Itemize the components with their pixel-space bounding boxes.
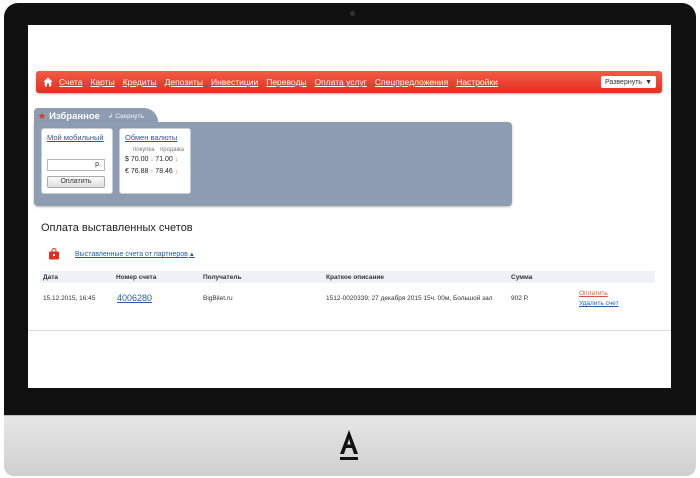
expand-label: Развернуть (604, 78, 643, 86)
collapse-button[interactable]: ↲ Свернуть (107, 112, 144, 121)
collapse-label: Свернуть (115, 112, 144, 120)
mobile-pay-button[interactable]: Оплатить (47, 176, 105, 188)
exchange-widget-title[interactable]: Обмен валюты (125, 133, 177, 142)
bill-date: 15.12.2015, 16:45 (43, 295, 96, 302)
nav-item-accounts[interactable]: Счета (59, 77, 82, 87)
arrow-down-icon: ↓ (174, 169, 178, 175)
mobile-widget-title[interactable]: Мой мобильный (47, 133, 104, 142)
arrow-down-icon: ↓ (174, 157, 178, 163)
screen: Счета Карты Кредиты Депозиты Инвестиции … (28, 25, 671, 388)
bill-number-link[interactable]: 4006280 (117, 293, 152, 303)
expand-button[interactable]: Развернуть ▼ (600, 76, 656, 88)
star-icon: ★ (38, 110, 47, 121)
caret-up-icon: ▲ (188, 252, 195, 258)
collapse-icon: ↲ (107, 113, 114, 120)
nav-item-credits[interactable]: Кредиты (123, 77, 157, 87)
nav-item-settings[interactable]: Настройки (456, 77, 498, 87)
sell-header: продажа (160, 147, 184, 153)
bill-pay-link[interactable]: Оплатить (579, 290, 608, 297)
fx-row-usd: $ 70.00 ↓ 71.00 ↓ (125, 156, 178, 163)
col-recipient: Получатель (203, 274, 242, 281)
monitor: Счета Карты Кредиты Депозиты Инвестиции … (0, 0, 700, 478)
nav-item-investments[interactable]: Инвестиции (211, 77, 258, 87)
home-icon[interactable] (43, 77, 53, 87)
buy-header: покупка (133, 147, 155, 153)
col-date: Дата (43, 274, 59, 281)
fx-sell: 78.46 (155, 168, 173, 175)
bill-recipient: BigBilet.ru (203, 295, 233, 302)
favorites-panel: Мой мобильный р. Оплатить Обмен валюты п… (34, 122, 512, 206)
bill-delete-link[interactable]: Удалить счет (579, 300, 619, 307)
exchange-widget: Обмен валюты покупка продажа $ 70.00 ↓ 7… (119, 128, 191, 194)
fx-sell: 71.00 (155, 156, 173, 163)
arrow-down-icon: ↓ (150, 157, 154, 163)
col-number: Номер счета (116, 274, 157, 281)
phone-amount-input[interactable]: р. (47, 159, 105, 171)
bill-amount: 902 Р. (511, 295, 529, 302)
fx-buy: 76.88 (130, 168, 149, 175)
col-amount: Сумма (511, 274, 533, 281)
currency-label: р. (95, 161, 101, 168)
nav-item-deposits[interactable]: Депозиты (165, 77, 203, 87)
partners-bills-link[interactable]: Выставленные счета от партнеров▲ (75, 251, 195, 258)
mobile-widget: Мой мобильный р. Оплатить (41, 128, 113, 194)
nav-item-cards[interactable]: Карты (90, 77, 114, 87)
divider (28, 330, 671, 331)
chevron-down-icon: ▼ (645, 78, 652, 86)
partners-link-label: Выставленные счета от партнеров (75, 251, 188, 258)
page-title: Оплата выставленных счетов (41, 222, 193, 234)
bag-icon (49, 248, 59, 260)
bills-table-header: Дата Номер счета Получатель Краткое опис… (40, 271, 655, 283)
main-nav: Счета Карты Кредиты Депозиты Инвестиции … (36, 71, 662, 93)
arrow-up-icon: ↑ (150, 169, 154, 175)
favorites-title: Избранное (49, 110, 100, 122)
fx-row-eur: € 76.88 ↑ 78.46 ↓ (125, 168, 178, 175)
nav-item-payments[interactable]: Оплата услуг (315, 77, 367, 87)
fx-symbol: $ (125, 156, 129, 163)
bill-description: 1512-0020339; 27 декабря 2015 15ч. 00м, … (326, 295, 493, 302)
nav-item-offers[interactable]: Спецпредложения (375, 77, 448, 87)
fx-buy: 70.00 (130, 156, 149, 163)
fx-symbol: € (125, 168, 129, 175)
camera-icon (350, 11, 355, 16)
alfa-logo (340, 430, 358, 460)
nav-item-transfers[interactable]: Переводы (266, 77, 306, 87)
col-description: Краткое описание (326, 274, 385, 281)
